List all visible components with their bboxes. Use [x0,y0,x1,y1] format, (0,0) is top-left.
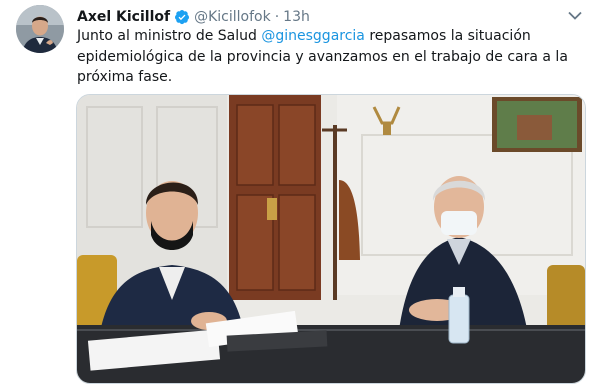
tweet-text-segment: Junto al ministro de Salud [77,28,262,44]
tweet-text-line-2: epidemiológica de la provincia y avanzam… [77,48,568,65]
author-handle[interactable]: @Kicillofok [194,9,271,25]
tweet-header: Axel Kicillof @Kicillofok · 13h [77,7,310,27]
photo-scene [77,95,585,383]
author-name[interactable]: Axel Kicillof [77,9,170,25]
chevron-down-icon [568,11,582,20]
tweet-text: Junto al ministro de Salud @ginesggarcia… [77,26,582,88]
tweet-photo[interactable] [76,94,586,384]
tweet-text-line-1: Junto al ministro de Salud @ginesggarcia… [77,26,582,47]
tweet-text-segment: repasamos la situación [364,28,531,44]
mention-link[interactable]: @ginesggarcia [261,28,365,44]
tweet-text-line-3: próxima fase. [77,69,173,85]
verified-badge-icon [174,9,190,25]
avatar-image [16,5,64,53]
header-separator: · [274,9,280,25]
more-options-button[interactable] [566,8,584,22]
avatar[interactable] [16,5,64,53]
timestamp[interactable]: 13h [283,9,310,25]
